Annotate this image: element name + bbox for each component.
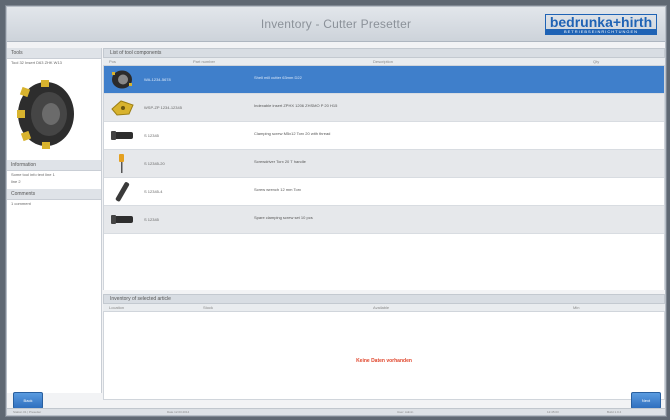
part-description: Screw wrench 12 mm Torx	[254, 187, 302, 192]
info-line: Some tool info text line 1	[11, 172, 55, 177]
column-stock[interactable]: Stock	[203, 305, 213, 310]
screwdriver-icon	[119, 154, 124, 173]
table-row[interactable]: WSP-ZP 1234-12345 Indexable insert ZPHX …	[104, 94, 664, 122]
column-available[interactable]: Available	[373, 305, 389, 310]
empty-message: Keine Daten vorhanden	[356, 358, 412, 364]
table-row[interactable]: WA-1234-5678 Shell mill cutter 63mm D22	[104, 66, 664, 94]
comments-header: Comments	[7, 189, 101, 200]
title-bar: Inventory - Cutter Presetter bedrunka+hi…	[7, 7, 665, 42]
part-description: Spare clamping screw set 10 pcs	[254, 215, 313, 220]
table-row[interactable]: S 12345-20 Screwdriver Torx 20 T handle	[104, 150, 664, 178]
part-description: Clamping screw M5x12 Torx 20 with thread	[254, 131, 331, 136]
sidebar-header: Tools	[7, 48, 101, 59]
screw-icon	[111, 215, 133, 224]
app-window: Inventory - Cutter Presetter bedrunka+hi…	[6, 6, 666, 416]
part-number: S 12345	[144, 217, 159, 222]
stock-table-body: Keine Daten vorhanden	[103, 312, 665, 400]
status-time: 12:45:03	[547, 410, 559, 414]
back-button[interactable]: Back	[13, 392, 43, 409]
status-bar: Station 01 | Presetter Date 12.03.2014 U…	[7, 408, 665, 415]
table-row[interactable]: S 12345 Clamping screw M5x12 Torx 20 wit…	[104, 122, 664, 150]
column-part-number[interactable]: Part number	[193, 59, 215, 64]
part-number: S 12345-20	[144, 161, 165, 166]
parts-column-header: Pos Part number Description Qty	[103, 58, 665, 66]
part-number: WSP-ZP 1234-12345	[144, 105, 182, 110]
insert-icon	[111, 100, 134, 116]
tool-image	[13, 74, 79, 154]
sidebar-tool-line[interactable]: Tool 32 Insert D63 ZHK W13	[7, 59, 101, 66]
comment-line[interactable]: 1 comment	[7, 200, 101, 207]
info-header: Information	[7, 160, 101, 171]
cutter-icon	[112, 70, 132, 89]
parts-list: WA-1234-5678 Shell mill cutter 63mm D22 …	[103, 66, 665, 290]
column-pos[interactable]: Pos	[109, 59, 116, 64]
screw-icon	[111, 131, 133, 140]
stock-panel-header: Inventory of selected article	[103, 294, 665, 304]
info-line: line 2	[11, 179, 21, 184]
part-number: S 12345	[144, 133, 159, 138]
stock-panel: Inventory of selected article Location S…	[103, 294, 665, 400]
sidebar: Tools Tool 32 Insert D63 ZHK W13 Informa…	[7, 48, 102, 393]
column-qty[interactable]: Qty	[593, 59, 599, 64]
part-number: S 12345-4	[144, 189, 163, 194]
logo-text: bedrunka+hirth	[545, 14, 657, 29]
part-number: WA-1234-5678	[144, 77, 171, 82]
part-description: Shell mill cutter 63mm D22	[254, 75, 302, 80]
part-description: Screwdriver Torx 20 T handle	[254, 159, 306, 164]
column-description[interactable]: Description	[373, 59, 393, 64]
milling-cutter-icon	[17, 80, 74, 149]
table-row[interactable]: S 12345-4 Screw wrench 12 mm Torx	[104, 178, 664, 206]
stock-column-header: Location Stock Available Min	[103, 304, 665, 312]
next-button[interactable]: Next	[631, 392, 661, 409]
table-row[interactable]: S 12345 Spare clamping screw set 10 pcs	[104, 206, 664, 234]
parts-panel-header: List of tool components	[103, 48, 665, 58]
brand-logo: bedrunka+hirth BETRIEBSEINRICHTUNGEN	[545, 14, 657, 36]
status-date: Date 12.03.2014	[167, 410, 190, 414]
status-build: Build 1.0.4	[607, 410, 622, 414]
wrench-icon	[115, 182, 130, 202]
part-description: Indexable insert ZPHX 1206 ZHSMO P 20 H1…	[254, 103, 338, 108]
main-content: List of tool components Pos Part number …	[103, 48, 665, 400]
status-user: User: Admin	[397, 410, 414, 414]
column-location[interactable]: Location	[109, 305, 124, 310]
status-station: Station 01 | Presetter	[13, 410, 42, 414]
column-min[interactable]: Min	[573, 305, 579, 310]
